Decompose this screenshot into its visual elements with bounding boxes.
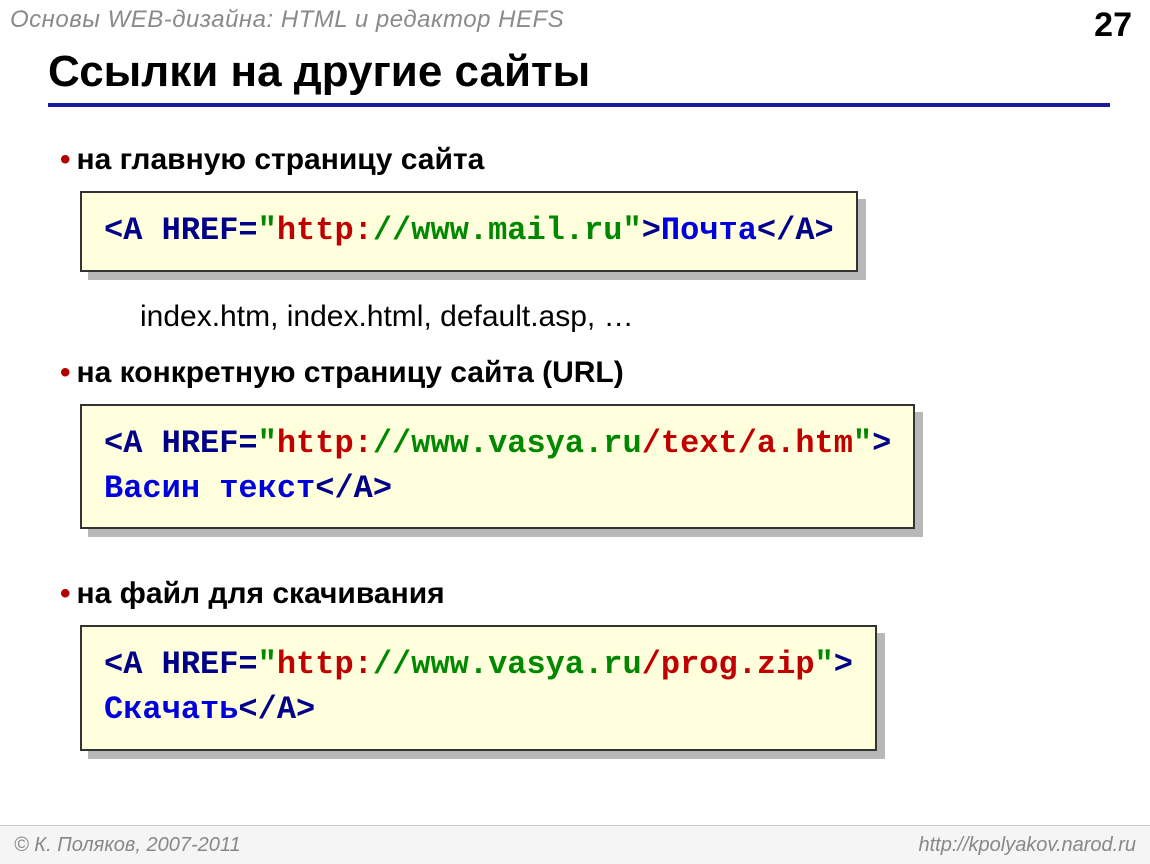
slide: Основы WEB-дизайна: HTML и редактор HEFS… <box>0 0 1150 864</box>
footer-url: http://kpolyakov.narod.ru <box>918 834 1136 857</box>
code-linktext: Почта <box>661 212 757 249</box>
code-quote: " <box>258 646 277 683</box>
code-path: /prog.zip <box>642 646 815 683</box>
code-tag-close: </A> <box>238 691 315 728</box>
content-area: •на главную страницу сайта <A HREF="http… <box>0 107 1150 771</box>
codebox-1-wrap: <A HREF="http://www.mail.ru">Почта</A> <box>80 191 858 272</box>
footer-bar: © К. Поляков, 2007-2011 http://kpolyakov… <box>0 825 1150 864</box>
codebox-1: <A HREF="http://www.mail.ru">Почта</A> <box>80 191 858 272</box>
page-number: 27 <box>1094 6 1132 45</box>
header-subject: Основы WEB-дизайна: HTML и редактор HEFS <box>10 6 564 34</box>
footer-author: К. Поляков, 2007-2011 <box>29 834 241 856</box>
bullet-3: •на файл для скачивания <box>60 577 1110 611</box>
codebox-3: <A HREF="http://www.vasya.ru/prog.zip"> … <box>80 625 877 751</box>
codebox-3-wrap: <A HREF="http://www.vasya.ru/prog.zip"> … <box>80 625 877 751</box>
note-index-files: index.htm, index.html, default.asp, … <box>140 300 1110 334</box>
header-bar: Основы WEB-дизайна: HTML и редактор HEFS… <box>0 0 1150 45</box>
code-path: /text/a.htm <box>642 425 853 462</box>
code-linktext: Скачать <box>104 691 238 728</box>
copyright-icon: © <box>14 834 29 857</box>
code-gt: > <box>872 425 891 462</box>
code-quote: " <box>258 212 277 249</box>
slide-title: Ссылки на другие сайты <box>48 47 1110 107</box>
code-tag-close: </A> <box>315 470 392 507</box>
code-scheme: http: <box>277 425 373 462</box>
bullet-1: •на главную страницу сайта <box>60 143 1110 177</box>
code-quote: " <box>258 425 277 462</box>
code-host: //www.vasya.ru <box>373 646 642 683</box>
footer-copyright: © К. Поляков, 2007-2011 <box>14 834 241 857</box>
code-tag-open: <A HREF= <box>104 212 258 249</box>
code-tag-open: <A HREF= <box>104 646 258 683</box>
bullet-2: •на конкретную страницу сайта (URL) <box>60 356 1110 390</box>
bullet-1-text: на главную страницу сайта <box>77 143 485 176</box>
code-linktext: Васин текст <box>104 470 315 507</box>
code-quote: " <box>815 646 834 683</box>
bullet-dot-icon: • <box>60 143 71 176</box>
code-quote: " <box>853 425 872 462</box>
code-gt: > <box>642 212 661 249</box>
bullet-dot-icon: • <box>60 577 71 610</box>
bullet-2-text: на конкретную страницу сайта (URL) <box>77 356 624 389</box>
codebox-2-wrap: <A HREF="http://www.vasya.ru/text/a.htm"… <box>80 404 915 530</box>
code-url: //www.mail.ru <box>373 212 623 249</box>
code-quote: " <box>622 212 641 249</box>
code-scheme: http: <box>277 646 373 683</box>
code-tag-open: <A HREF= <box>104 425 258 462</box>
code-scheme: http: <box>277 212 373 249</box>
bullet-dot-icon: • <box>60 356 71 389</box>
code-tag-close: </A> <box>757 212 834 249</box>
code-host: //www.vasya.ru <box>373 425 642 462</box>
code-gt: > <box>834 646 853 683</box>
bullet-3-text: на файл для скачивания <box>77 577 445 610</box>
codebox-2: <A HREF="http://www.vasya.ru/text/a.htm"… <box>80 404 915 530</box>
